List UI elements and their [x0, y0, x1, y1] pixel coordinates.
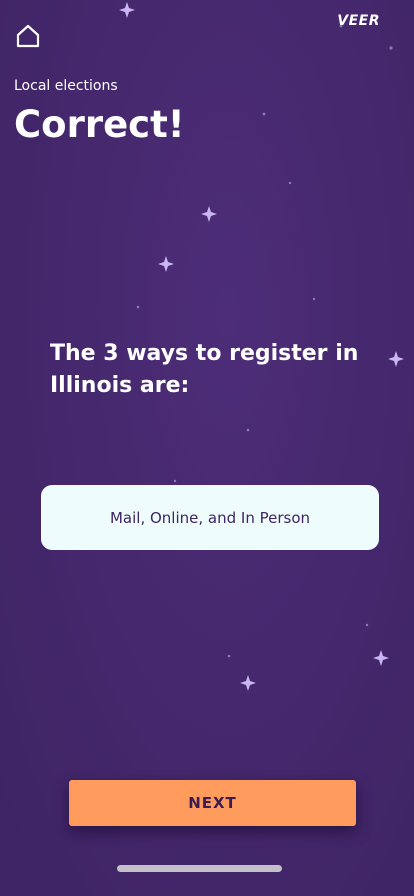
sparkle-star	[158, 256, 174, 272]
page-title: Correct!	[14, 103, 185, 146]
dot-star	[288, 181, 292, 185]
sparkle-star	[201, 206, 217, 222]
sparkle-star	[373, 650, 389, 666]
dot-star	[365, 623, 369, 627]
answer-card: Mail, Online, and In Person	[41, 485, 379, 550]
sparkle-star	[240, 675, 256, 691]
question-text: The 3 ways to register in Illinois are:	[50, 341, 359, 398]
dot-star	[173, 479, 177, 483]
dot-star	[136, 305, 140, 309]
sparkle-star	[388, 351, 404, 367]
veer-logo: VEER	[337, 13, 380, 29]
dot-star	[312, 297, 316, 301]
dot-star	[389, 46, 393, 50]
dot-star	[227, 654, 231, 658]
home-button[interactable]	[14, 22, 42, 50]
answer-text: Mail, Online, and In Person	[109, 508, 311, 527]
home-icon	[16, 24, 40, 48]
quiz-result-screen: VEER Local elections Correct! The 3 ways…	[0, 0, 414, 896]
dot-star	[262, 112, 266, 116]
dot-star	[246, 428, 250, 432]
section-subtitle: Local elections	[14, 78, 118, 94]
sparkle-star	[119, 2, 135, 18]
next-button[interactable]: NEXT	[69, 780, 356, 826]
home-indicator-bar[interactable]	[117, 865, 282, 872]
